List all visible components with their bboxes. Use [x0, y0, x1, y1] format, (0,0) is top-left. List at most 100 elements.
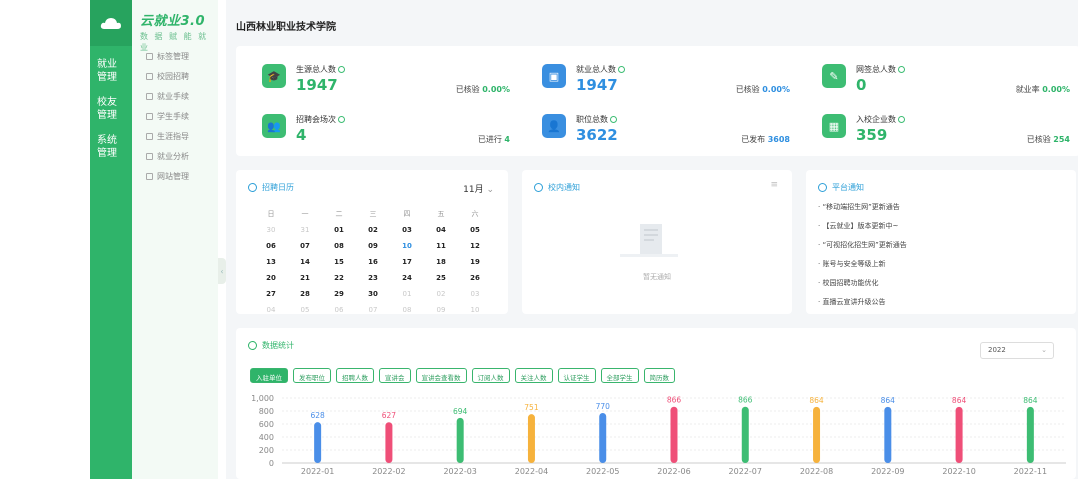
calendar-day[interactable]: 07 — [288, 242, 322, 250]
menu-icon[interactable]: ≡ — [770, 180, 778, 190]
notice-icon — [818, 183, 827, 192]
calendar-week-row: 13 14 15 16 17 18 19 — [254, 254, 494, 270]
calendar-day[interactable]: 29 — [322, 290, 356, 298]
calendar-week-row: 27 28 29 30 01 02 03 — [254, 286, 494, 302]
menu-item-site-management[interactable]: 网站管理 — [132, 166, 218, 186]
calendar-day[interactable]: 01 — [390, 290, 424, 298]
calendar-day[interactable]: 05 — [458, 226, 492, 234]
info-icon[interactable] — [338, 66, 345, 73]
calendar-day[interactable]: 03 — [390, 226, 424, 234]
calendar-day[interactable]: 16 — [356, 258, 390, 266]
x-tick-label: 2022-04 — [515, 467, 548, 476]
menu-item-student-procedures[interactable]: 学生手续 — [132, 106, 218, 126]
calendar-day[interactable]: 02 — [424, 290, 458, 298]
news-item[interactable]: · 校园招聘功能优化 — [818, 278, 878, 288]
menu-item-career-guide[interactable]: 生涯指导 — [132, 126, 218, 146]
calendar-day[interactable]: 14 — [288, 258, 322, 266]
bar — [599, 412, 607, 463]
platform-title: 平台通知 — [818, 182, 864, 193]
bar — [884, 406, 892, 463]
calendar-day[interactable]: 17 — [390, 258, 424, 266]
calendar-day[interactable]: 03 — [458, 290, 492, 298]
news-item[interactable]: · 直播云宣讲升级公告 — [818, 297, 885, 307]
calendar-day[interactable]: 09 — [356, 242, 390, 250]
menu-item-label: 网站管理 — [157, 171, 189, 181]
calendar-day[interactable]: 04 — [254, 306, 288, 314]
building-icon: ▦ — [822, 114, 846, 138]
calendar-day[interactable]: 28 — [288, 290, 322, 298]
briefcase-icon: ▣ — [542, 64, 566, 88]
calendar-day[interactable]: 04 — [424, 226, 458, 234]
calendar-day[interactable]: 13 — [254, 258, 288, 266]
info-icon[interactable] — [618, 66, 625, 73]
bar — [456, 417, 464, 463]
menu-item-label: 校园招聘 — [157, 71, 189, 81]
campus-icon — [146, 72, 153, 80]
calendar-day[interactable]: 25 — [424, 274, 458, 282]
calendar-day[interactable]: 30 — [254, 226, 288, 234]
calendar-day[interactable]: 06 — [254, 242, 288, 250]
collapse-sidebar-button[interactable]: ‹ — [218, 258, 226, 284]
calendar-day[interactable]: 15 — [322, 258, 356, 266]
calendar-day[interactable]: 23 — [356, 274, 390, 282]
rail-item-alumni[interactable]: 校友 管理 — [90, 96, 132, 122]
calendar-day[interactable]: 02 — [356, 226, 390, 234]
calendar-title-text: 招聘日历 — [262, 183, 294, 192]
month-select[interactable]: 11月 ⌄ — [463, 182, 494, 195]
stat-sub-value: 4 — [504, 135, 510, 144]
news-item[interactable]: · “可视招化招生网”更新通告 — [818, 240, 907, 250]
calendar-day[interactable]: 21 — [288, 274, 322, 282]
calendar-day[interactable]: 18 — [424, 258, 458, 266]
data-label: 864 — [952, 396, 967, 405]
calendar-day[interactable]: 05 — [288, 306, 322, 314]
menu-item-employment-procedures[interactable]: 就业手续 — [132, 86, 218, 106]
data-label: 627 — [382, 411, 397, 420]
menu-item-campus-recruit[interactable]: 校园招聘 — [132, 66, 218, 86]
calendar-day[interactable]: 10 — [458, 306, 492, 314]
stat-label: 招聘会场次 — [296, 115, 336, 124]
calendar-day[interactable]: 22 — [322, 274, 356, 282]
info-icon[interactable] — [338, 116, 345, 123]
calendar-day[interactable]: 08 — [322, 242, 356, 250]
info-icon[interactable] — [610, 116, 617, 123]
calendar-day[interactable]: 07 — [356, 306, 390, 314]
stat-value: 4 — [296, 126, 307, 144]
calendar-day[interactable]: 08 — [390, 306, 424, 314]
calendar-day[interactable]: 20 — [254, 274, 288, 282]
stat-card-job-fairs: 👥 招聘会场次 4 已进行 4 — [250, 106, 510, 150]
calendar-day[interactable]: 06 — [322, 306, 356, 314]
news-item[interactable]: · 【云就业】版本更新中~ — [818, 221, 898, 231]
calendar-day[interactable]: 10 — [390, 242, 424, 250]
calendar-weekday: 二 — [335, 210, 343, 218]
stat-sub-label: 已核验 — [1026, 135, 1051, 144]
news-item[interactable]: · “移动端招生网”更新通告 — [818, 202, 900, 212]
calendar-grid: 日一二三四五六 30 31 01 02 03 04 05 06 07 08 09 10 11 12 13 14 1… — [254, 206, 494, 318]
campus-notice-panel: 校内通知 ≡ 暂无通知 — [522, 170, 792, 314]
rail-item-system[interactable]: 系统 管理 — [90, 134, 132, 160]
calendar-day[interactable]: 01 — [322, 226, 356, 234]
rail-item-employment[interactable]: 就业 管理 — [90, 58, 132, 84]
news-item[interactable]: · 账号与安全等级上新 — [818, 259, 885, 269]
stat-card-employed: ▣ 就业总人数 1947 已核验 0.00% — [530, 56, 790, 100]
recruit-calendar-panel: 招聘日历 11月 ⌄ 日一二三四五六 30 31 01 02 03 04 05 06 07 08 09… — [236, 170, 508, 314]
calendar-day[interactable]: 09 — [424, 306, 458, 314]
stat-label: 生源总人数 — [296, 65, 336, 74]
calendar-day[interactable]: 27 — [254, 290, 288, 298]
menu-item-employment-analysis[interactable]: 就业分析 — [132, 146, 218, 166]
calendar-day[interactable]: 12 — [458, 242, 492, 250]
calendar-day[interactable]: 19 — [458, 258, 492, 266]
stat-label: 职位总数 — [576, 115, 608, 124]
info-icon[interactable] — [898, 66, 905, 73]
calendar-day[interactable]: 30 — [356, 290, 390, 298]
stat-card-companies: ▦ 入校企业数 359 已核验 254 — [810, 106, 1070, 150]
brand: 云就业3.0 数 据 赋 能 就 业 — [132, 0, 218, 52]
calendar-day[interactable]: 26 — [458, 274, 492, 282]
x-tick-label: 2022-02 — [372, 467, 405, 476]
calendar-day[interactable]: 11 — [424, 242, 458, 250]
calendar-day[interactable]: 24 — [390, 274, 424, 282]
news-item-text: 【云就业】版本更新中~ — [822, 222, 899, 230]
stat-sub-label: 已发布 — [741, 135, 766, 144]
calendar-day[interactable]: 31 — [288, 226, 322, 234]
info-icon[interactable] — [898, 116, 905, 123]
calendar-week-row: 20 21 22 23 24 25 26 — [254, 270, 494, 286]
